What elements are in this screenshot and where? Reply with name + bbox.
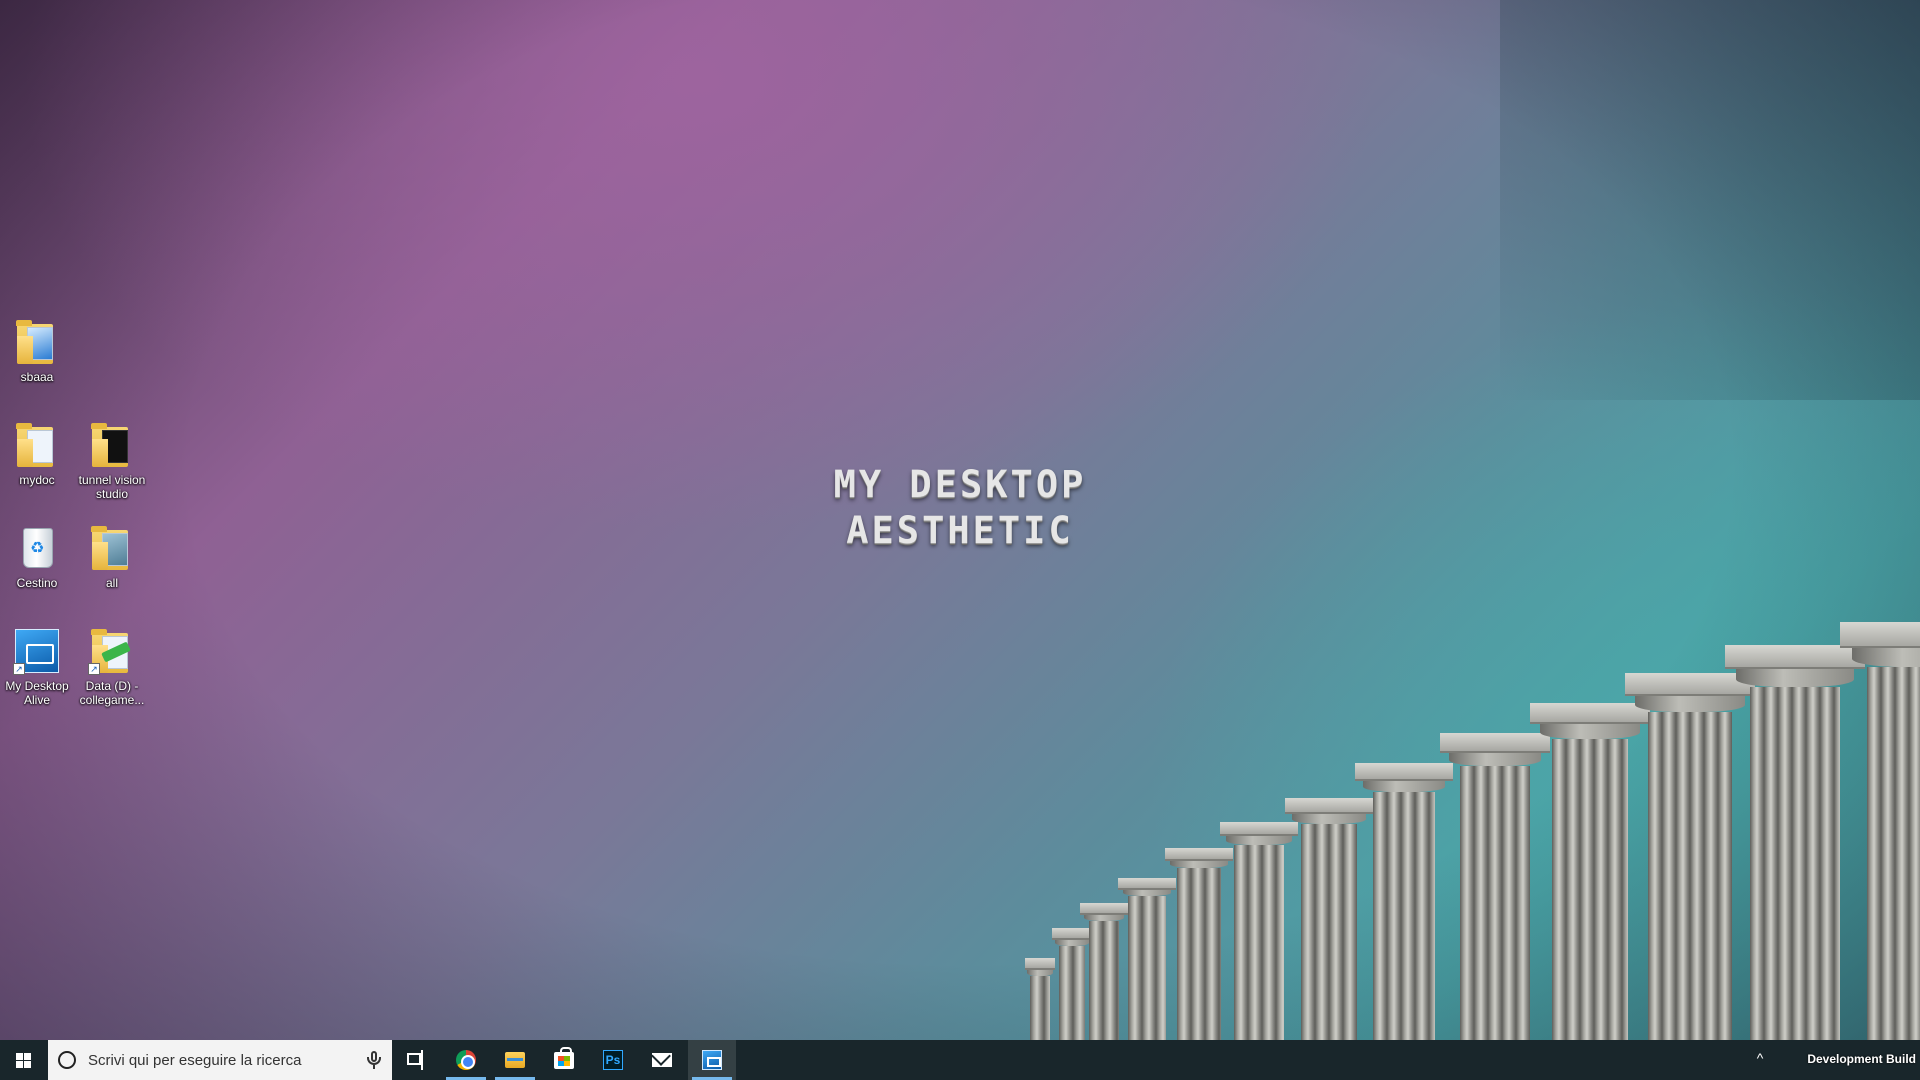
desktop-icon-tunnel-vision-studio[interactable]: tunnel vision studio [75, 421, 149, 501]
chrome-icon [456, 1050, 476, 1070]
windows-logo-icon [16, 1053, 31, 1068]
wallpaper-title-line1: MY DESKTOP [833, 463, 1087, 506]
desktop-icon-recycle-bin[interactable]: Cestino [0, 524, 74, 590]
folder-icon [88, 524, 136, 572]
wallpaper-title-line2: AESTHETIC [846, 509, 1074, 552]
desktop-icon-label: My Desktop Alive [5, 679, 69, 707]
desktop-icon-label: mydoc [19, 473, 55, 487]
folder-icon [13, 318, 61, 366]
file-explorer-icon [505, 1052, 525, 1068]
desktop: MY DESKTOP AESTHETIC sbaaa mydoc tunnel … [0, 0, 1920, 1040]
desktop-icon-label: sbaaa [20, 370, 54, 384]
desktop-icon-label: tunnel vision studio [78, 473, 146, 501]
taskbar-app-photoshop[interactable]: Ps [589, 1040, 637, 1080]
desktop-icon-mydoc[interactable]: mydoc [0, 421, 74, 487]
desktop-icon-label: all [105, 576, 118, 590]
microsoft-store-icon [554, 1047, 574, 1069]
taskbar-app-my-desktop-alive[interactable] [688, 1040, 736, 1080]
taskbar-app-file-explorer[interactable] [491, 1040, 539, 1080]
photoshop-icon: Ps [603, 1050, 623, 1070]
my-desktop-alive-icon: ↗ [13, 627, 61, 675]
development-build-watermark: Development Build [1807, 1052, 1916, 1066]
taskbar: Ps ^ [0, 1040, 1920, 1080]
desktop-icon-label: Cestino [16, 576, 58, 590]
folder-icon [13, 421, 61, 469]
mail-icon [652, 1053, 672, 1067]
start-button[interactable] [0, 1040, 48, 1080]
shortcut-arrow-icon: ↗ [13, 663, 25, 675]
taskbar-app-store[interactable] [540, 1040, 588, 1080]
microphone-icon[interactable] [364, 1050, 384, 1070]
desktop-icon-all[interactable]: all [75, 524, 149, 590]
shortcut-arrow-icon: ↗ [88, 663, 100, 675]
desktop-icon-data-drive[interactable]: ↗ Data (D) - collegame... [75, 627, 149, 707]
show-hidden-icons-chevron-icon[interactable]: ^ [1752, 1050, 1768, 1070]
desktop-icon-label: Data (D) - collegame... [79, 679, 145, 707]
taskbar-search[interactable] [48, 1040, 392, 1080]
search-input[interactable] [88, 1040, 348, 1080]
wallpaper-column [1840, 622, 1920, 1040]
taskbar-app-chrome[interactable] [442, 1040, 490, 1080]
wallpaper-column [1355, 763, 1453, 1040]
cortana-icon [58, 1051, 76, 1069]
taskbar-app-mail[interactable] [638, 1040, 686, 1080]
my-desktop-alive-icon [702, 1050, 722, 1070]
desktop-icon-sbaaa[interactable]: sbaaa [0, 318, 74, 384]
desktop-icon-my-desktop-alive[interactable]: ↗ My Desktop Alive [0, 627, 74, 707]
wallpaper-title: MY DESKTOP AESTHETIC [0, 462, 1920, 554]
task-view-button[interactable] [392, 1040, 440, 1080]
wallpaper-column [1025, 958, 1055, 1040]
drive-shortcut-icon: ↗ [88, 627, 136, 675]
recycle-bin-icon [13, 524, 61, 572]
task-view-icon [407, 1050, 423, 1070]
folder-icon [88, 421, 136, 469]
